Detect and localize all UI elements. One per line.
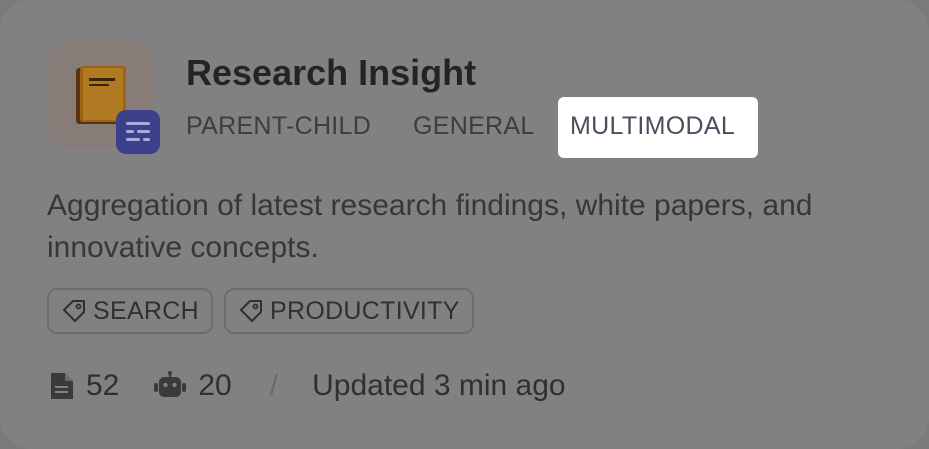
stats-separator: / (269, 369, 279, 402)
tag-icon (240, 300, 262, 322)
tag-search[interactable]: SEARCH (47, 288, 213, 334)
updated-time: Updated 3 min ago (312, 369, 566, 402)
tag-list: SEARCH PRODUCTIVITY (47, 288, 474, 334)
app-count-value: 20 (198, 369, 232, 402)
mode-tab-parent-child[interactable]: PARENT-CHILD (186, 112, 371, 141)
tag-productivity[interactable]: PRODUCTIVITY (224, 288, 474, 334)
document-count: 52 (49, 369, 119, 403)
document-icon (51, 373, 73, 399)
card-description: Aggregation of latest research findings,… (47, 189, 813, 264)
tag-label: SEARCH (93, 296, 199, 325)
robot-icon (154, 371, 187, 397)
mode-tab-general[interactable]: GENERAL (413, 112, 535, 141)
app-count: 20 (153, 369, 232, 403)
mode-tab-multimodal[interactable]: MULTIMODAL (570, 112, 735, 141)
document-count-value: 52 (86, 369, 120, 402)
knowledge-base-icon (116, 110, 160, 154)
card-stats: 52 20 / Updated 3 min ago (49, 369, 566, 403)
tag-label: PRODUCTIVITY (270, 296, 460, 325)
card-title: Research Insight (186, 52, 477, 93)
tag-icon (63, 300, 85, 322)
knowledge-card[interactable]: Research Insight PARENT-CHILD GENERAL MU… (0, 0, 929, 449)
